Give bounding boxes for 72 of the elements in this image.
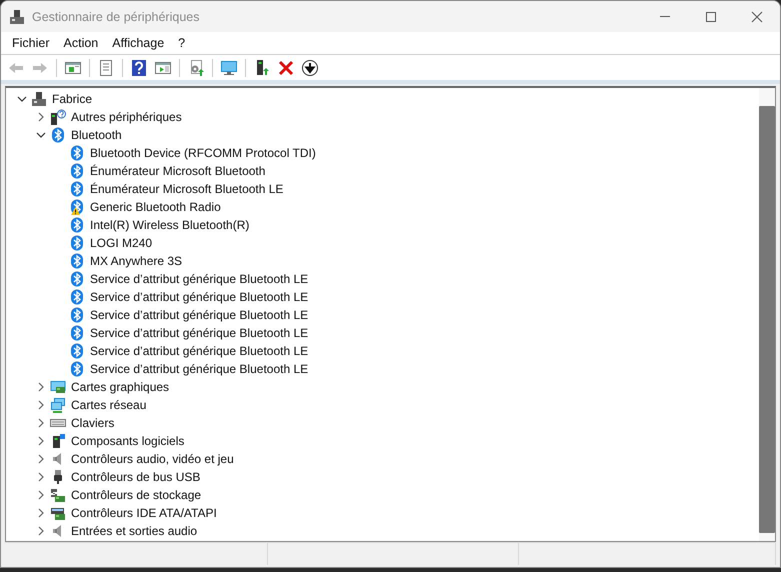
- unknown-device-icon: [50, 109, 66, 125]
- tree-item[interactable]: Bluetooth Device (RFCOMM Protocol TDI): [89, 146, 317, 160]
- bluetooth-icon: [69, 181, 85, 197]
- bluetooth-icon: [69, 307, 85, 323]
- monitor-icon: [220, 58, 238, 76]
- tree-item[interactable]: Generic Bluetooth Radio: [89, 200, 222, 214]
- expand-chevron-icon[interactable]: [36, 382, 46, 392]
- bluetooth-icon: [69, 217, 85, 233]
- bluetooth-icon: [69, 325, 85, 341]
- minimize-icon: [660, 16, 670, 17]
- tree-item[interactable]: Bluetooth: [70, 128, 123, 142]
- software-component-icon: [50, 433, 66, 449]
- bluetooth-icon: [69, 145, 85, 161]
- bluetooth-icon: [69, 163, 85, 179]
- menu-item[interactable]: Action: [56, 34, 106, 52]
- bluetooth-icon: [69, 271, 85, 287]
- delete-icon: [277, 58, 295, 76]
- tree-item[interactable]: Service d’attribut générique Bluetooth LE: [89, 362, 310, 376]
- scrollbar[interactable]: [759, 88, 775, 541]
- close-icon: [751, 10, 763, 22]
- collapse-chevron-icon[interactable]: [36, 130, 46, 140]
- tree-item[interactable]: LOGI M240: [89, 236, 154, 250]
- expand-chevron-icon[interactable]: [36, 490, 46, 500]
- ide-controller-icon: [50, 505, 66, 521]
- tree-item[interactable]: Cartes graphiques: [70, 380, 170, 394]
- expand-chevron-icon[interactable]: [36, 472, 46, 482]
- tree-item[interactable]: Intel(R) Wireless Bluetooth(R): [89, 218, 250, 232]
- bluetooth-icon: [69, 343, 85, 359]
- tree-item[interactable]: Contrôleurs de stockage: [70, 488, 202, 502]
- window-title: Gestionnaire de périphériques: [32, 10, 200, 24]
- tree-item[interactable]: Service d’attribut générique Bluetooth LE: [89, 344, 310, 358]
- tree-item[interactable]: Autres périphériques: [70, 110, 183, 124]
- tree-item[interactable]: Service d’attribut générique Bluetooth LE: [89, 308, 310, 322]
- tree-item[interactable]: MX Anywhere 3S: [89, 254, 184, 268]
- bluetooth-icon: [69, 289, 85, 305]
- tree-item[interactable]: Service d’attribut générique Bluetooth LE: [89, 326, 310, 340]
- tree-item[interactable]: Énumérateur Microsoft Bluetooth: [89, 164, 266, 178]
- collapse-chevron-icon[interactable]: [16, 94, 26, 104]
- menu-item[interactable]: Affichage: [105, 34, 172, 52]
- tree-item[interactable]: Service d’attribut générique Bluetooth LE: [89, 272, 310, 286]
- tree-item[interactable]: Énumérateur Microsoft Bluetooth LE: [89, 182, 284, 196]
- menu-item[interactable]: Fichier: [5, 34, 57, 52]
- bluetooth-icon: [69, 235, 85, 251]
- tree-item[interactable]: Claviers: [70, 416, 116, 430]
- expand-chevron-icon[interactable]: [36, 400, 46, 410]
- menu-item[interactable]: ?: [171, 34, 192, 52]
- expand-chevron-icon[interactable]: [36, 418, 46, 428]
- down-arrow-circle-icon: [301, 58, 319, 76]
- maximize-icon: [705, 10, 717, 22]
- expand-chevron-icon[interactable]: [36, 508, 46, 518]
- tree-item[interactable]: Fabrice: [51, 92, 94, 106]
- app-icon: [9, 8, 25, 24]
- bluetooth-icon: [69, 361, 85, 377]
- tree-item[interactable]: Composants logiciels: [70, 434, 186, 448]
- bluetooth-icon: [50, 127, 66, 143]
- tree-item[interactable]: Contrôleurs de bus USB: [70, 470, 202, 484]
- expand-chevron-icon[interactable]: [36, 436, 46, 446]
- computer-icon: [31, 91, 47, 107]
- bluetooth-icon: [69, 253, 85, 269]
- tree-item[interactable]: Service d’attribut générique Bluetooth LE: [89, 290, 310, 304]
- display-adapter-icon: [50, 379, 66, 395]
- tree-item[interactable]: Cartes réseau: [70, 398, 148, 412]
- tree-item[interactable]: Contrôleurs IDE ATA/ATAPI: [70, 506, 218, 520]
- expand-chevron-icon[interactable]: [36, 454, 46, 464]
- document-icon: [97, 58, 115, 76]
- storage-controller-icon: [50, 487, 66, 503]
- tree-item[interactable]: Entrées et sorties audio: [70, 524, 198, 538]
- expand-chevron-icon[interactable]: [36, 526, 46, 536]
- expand-chevron-icon[interactable]: [36, 112, 46, 122]
- tree-item[interactable]: Contrôleurs audio, vidéo et jeu: [70, 452, 235, 466]
- help-icon: [130, 58, 148, 76]
- network-icon: [50, 397, 66, 413]
